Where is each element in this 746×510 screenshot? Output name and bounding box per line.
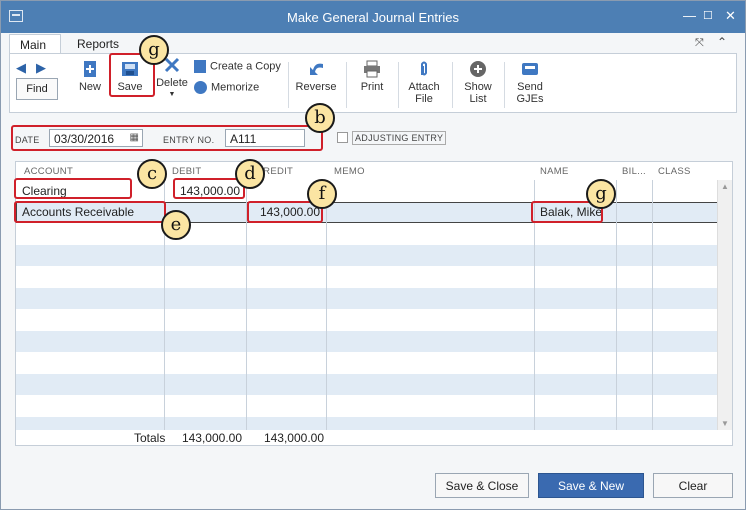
memorize-icon [194,81,207,94]
account-highlight [14,178,132,199]
toolbar-divider [288,62,289,108]
debit-highlight [173,178,245,199]
attach-file-button[interactable]: Attach File [404,60,444,105]
column-header-class[interactable]: CLASS [658,162,691,180]
send-label-line2: GJEs [516,93,544,105]
scroll-down-icon[interactable]: ▼ [721,419,729,428]
tab-main[interactable]: Main [9,34,61,54]
callout-badge: f [307,179,337,209]
toolbar-divider [398,62,399,108]
send-gjes-button[interactable]: Send GJEs [512,60,548,105]
window-title: Make General Journal Entries [287,10,459,25]
attach-label-line1: Attach [408,81,440,93]
print-label: Print [360,81,384,93]
attach-label-line2: File [415,93,433,105]
save-new-button[interactable]: Save & New [538,473,644,498]
column-header-name[interactable]: NAME [540,162,569,180]
next-arrow-icon[interactable]: ▶ [36,60,46,76]
table-row[interactable] [16,287,718,309]
column-header-memo[interactable]: MEMO [334,162,365,180]
table-row[interactable] [16,223,718,245]
print-button[interactable]: Print [354,60,390,93]
adjusting-entry-label: ADJUSTING ENTRY [352,131,447,145]
show-list-button[interactable]: Show List [460,60,496,105]
memorize-label: Memorize [211,81,260,94]
callout-badge: g [139,35,169,65]
account2-highlight [14,201,166,223]
column-header-billable[interactable]: BIL... [622,162,646,180]
callout-badge: d [235,159,265,189]
table-row[interactable] [16,244,718,266]
table-row[interactable] [16,373,718,395]
close-icon[interactable]: ✕ [725,8,736,24]
callout-badge: c [137,159,167,189]
minimize-icon[interactable]: — [683,8,696,23]
create-copy-button[interactable]: Create a Copy [194,60,281,73]
delete-dropdown-icon[interactable]: ▼ [154,91,190,98]
table-row[interactable] [16,309,718,331]
new-label: New [78,81,101,93]
show-list-label-line1: Show [464,81,492,93]
totals-row: Totals 143,000.00 143,000.00 [16,430,718,445]
column-divider [616,180,617,430]
table-row[interactable] [16,330,718,352]
column-divider [652,180,653,430]
callout-badge: g [586,179,616,209]
reverse-label: Reverse [295,81,337,93]
find-button[interactable]: Find [16,78,58,100]
expand-icon[interactable]: ⤧ [695,37,704,50]
callout-badge: b [305,103,335,133]
clear-button[interactable]: Clear [653,473,733,498]
callout-badge: e [161,210,191,240]
totals-debit: 143,000.00 [181,431,242,445]
new-button[interactable]: New [76,60,104,93]
maximize-icon[interactable]: ☐ [703,9,713,22]
totals-credit: 143,000.00 [263,431,324,445]
journal-entry-window: Make General Journal Entries — ☐ ✕ Main … [0,0,746,510]
printer-icon [364,60,380,78]
send-icon [522,63,538,75]
collapse-ribbon-icon[interactable]: ⌃ [717,35,727,49]
table-row[interactable] [16,416,718,430]
new-document-icon [84,61,96,77]
table-row[interactable] [16,352,718,374]
title-bar: Make General Journal Entries — ☐ ✕ [1,1,745,33]
table-row[interactable] [16,266,718,288]
memorize-button[interactable]: Memorize [194,81,259,94]
add-circle-icon [470,61,486,77]
save-close-button[interactable]: Save & Close [435,473,529,498]
tab-reports[interactable]: Reports [67,34,129,54]
create-copy-label: Create a Copy [210,60,281,73]
delete-label: Delete [156,77,188,89]
copy-icon [194,60,206,73]
header-highlight [11,125,323,151]
show-list-label-line2: List [469,93,487,105]
send-label-line1: Send [517,81,543,93]
reverse-button[interactable]: Reverse [294,60,338,93]
previous-arrow-icon[interactable]: ◀ [16,60,26,76]
paperclip-icon [421,61,427,76]
adjusting-entry-checkbox[interactable] [337,132,348,143]
table-row[interactable] [16,395,718,417]
toolbar-divider [452,62,453,108]
grid-scrollbar[interactable]: ▲ ▼ [717,180,732,430]
toolbar-divider [346,62,347,108]
reverse-icon [310,63,323,75]
toolbar-divider [504,62,505,108]
totals-label: Totals [134,431,166,445]
column-divider [326,180,327,430]
scroll-up-icon[interactable]: ▲ [721,182,729,191]
